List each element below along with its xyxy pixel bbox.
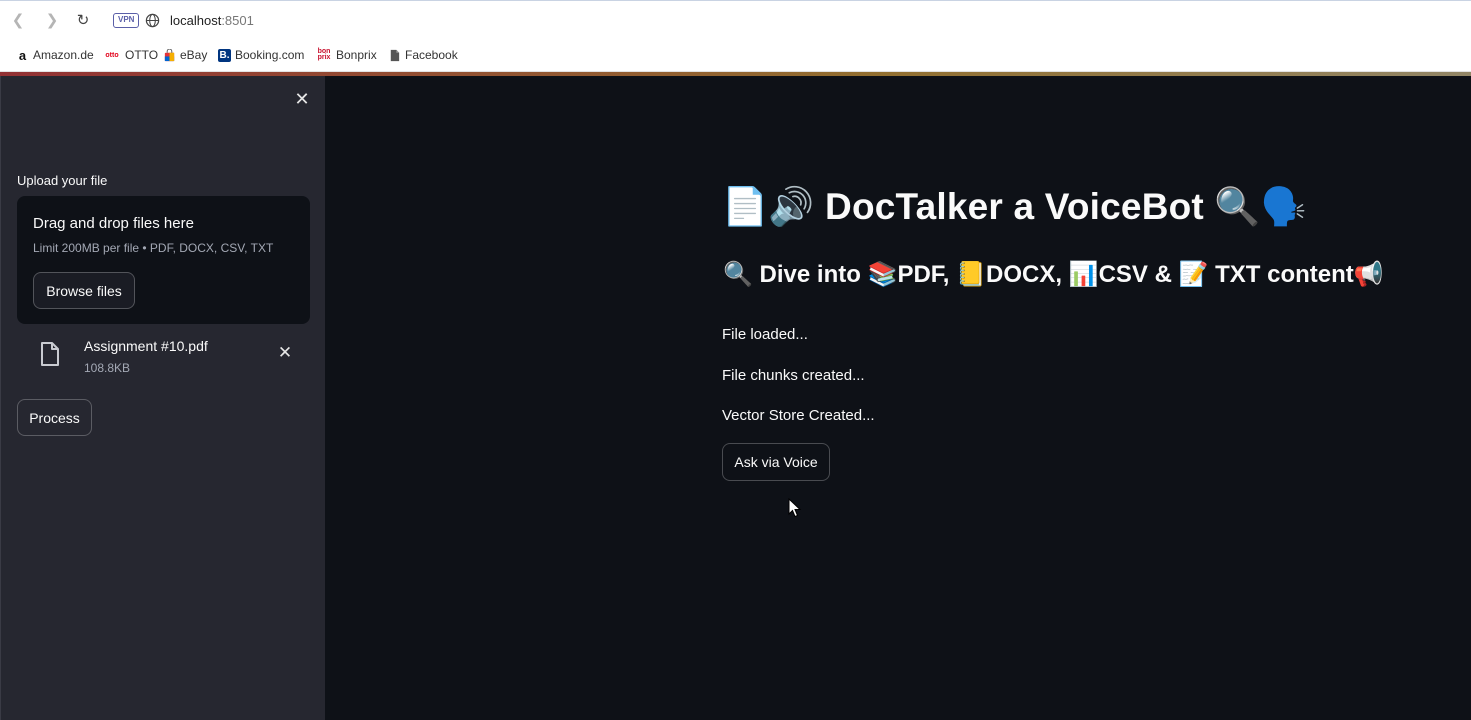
mouse-cursor-icon [788, 498, 802, 518]
url-port: :8501 [221, 13, 254, 28]
bookmark-amazon[interactable]: a Amazon.de [16, 47, 94, 63]
status-vector-store: Vector Store Created... [722, 407, 875, 424]
bookmark-label: Amazon.de [33, 48, 94, 62]
status-file-loaded: File loaded... [722, 326, 808, 343]
page-icon [390, 49, 400, 61]
status-chunks-created: File chunks created... [722, 367, 865, 384]
bookmark-otto[interactable]: otto OTTO [103, 48, 158, 62]
file-icon [41, 342, 59, 366]
process-button[interactable]: Process [17, 399, 92, 436]
page-title: 📄🔊 DocTalker a VoiceBot 🔍🗣️ [722, 186, 1307, 227]
remove-file-icon[interactable]: ✕ [275, 343, 295, 363]
amazon-icon: a [18, 47, 27, 63]
forward-arrow-icon[interactable]: ❯ [42, 10, 62, 30]
main-content: 📄🔊 DocTalker a VoiceBot 🔍🗣️ 🔍 Dive into … [325, 76, 1471, 720]
upload-label: Upload your file [17, 173, 108, 188]
bookmark-label: Facebook [405, 48, 458, 62]
ebay-icon [164, 48, 175, 61]
globe-icon [145, 13, 160, 28]
uploaded-file-item: Assignment #10.pdf 108.8KB ✕ [17, 331, 310, 381]
back-arrow-icon[interactable]: ❮ [8, 10, 28, 30]
file-size: 108.8KB [84, 361, 131, 375]
browse-files-button[interactable]: Browse files [33, 272, 135, 309]
bookmark-label: OTTO [125, 48, 159, 62]
bookmarks-bar: a Amazon.de otto OTTO eBay B. Booking.co… [0, 40, 1471, 72]
vpn-badge[interactable]: VPN [113, 13, 140, 28]
bookmark-label: eBay [180, 48, 208, 62]
file-dropzone[interactable]: Drag and drop files here Limit 200MB per… [17, 196, 310, 324]
bonprix-icon: bon prix [317, 48, 331, 61]
browser-address-bar: ❮ ❯ ↻ VPN localhost:8501 [0, 0, 1471, 40]
bookmark-ebay[interactable]: eBay [163, 48, 207, 62]
close-sidebar-icon[interactable]: ✕ [292, 89, 312, 109]
bookmark-booking[interactable]: B. Booking.com [218, 48, 304, 62]
bookmark-bonprix[interactable]: bon prix Bonprix [316, 48, 377, 62]
dropzone-title: Drag and drop files here [33, 215, 194, 232]
dropzone-limit: Limit 200MB per file • PDF, DOCX, CSV, T… [33, 241, 274, 255]
bookmark-facebook[interactable]: Facebook [388, 48, 458, 62]
url-field[interactable]: localhost:8501 [170, 13, 254, 28]
file-name: Assignment #10.pdf [84, 338, 208, 354]
reload-icon[interactable]: ↻ [73, 10, 93, 30]
bookmark-label: Booking.com [235, 48, 305, 62]
page-subtitle: 🔍 Dive into 📚PDF, 📒DOCX, 📊CSV & 📝 TXT co… [723, 261, 1384, 288]
booking-icon: B. [218, 48, 231, 62]
ask-via-voice-button[interactable]: Ask via Voice [722, 443, 830, 481]
otto-icon: otto [105, 51, 119, 59]
url-host: localhost [170, 13, 222, 28]
bookmark-label: Bonprix [336, 48, 377, 62]
sidebar: ✕ Upload your file Drag and drop files h… [0, 76, 325, 720]
